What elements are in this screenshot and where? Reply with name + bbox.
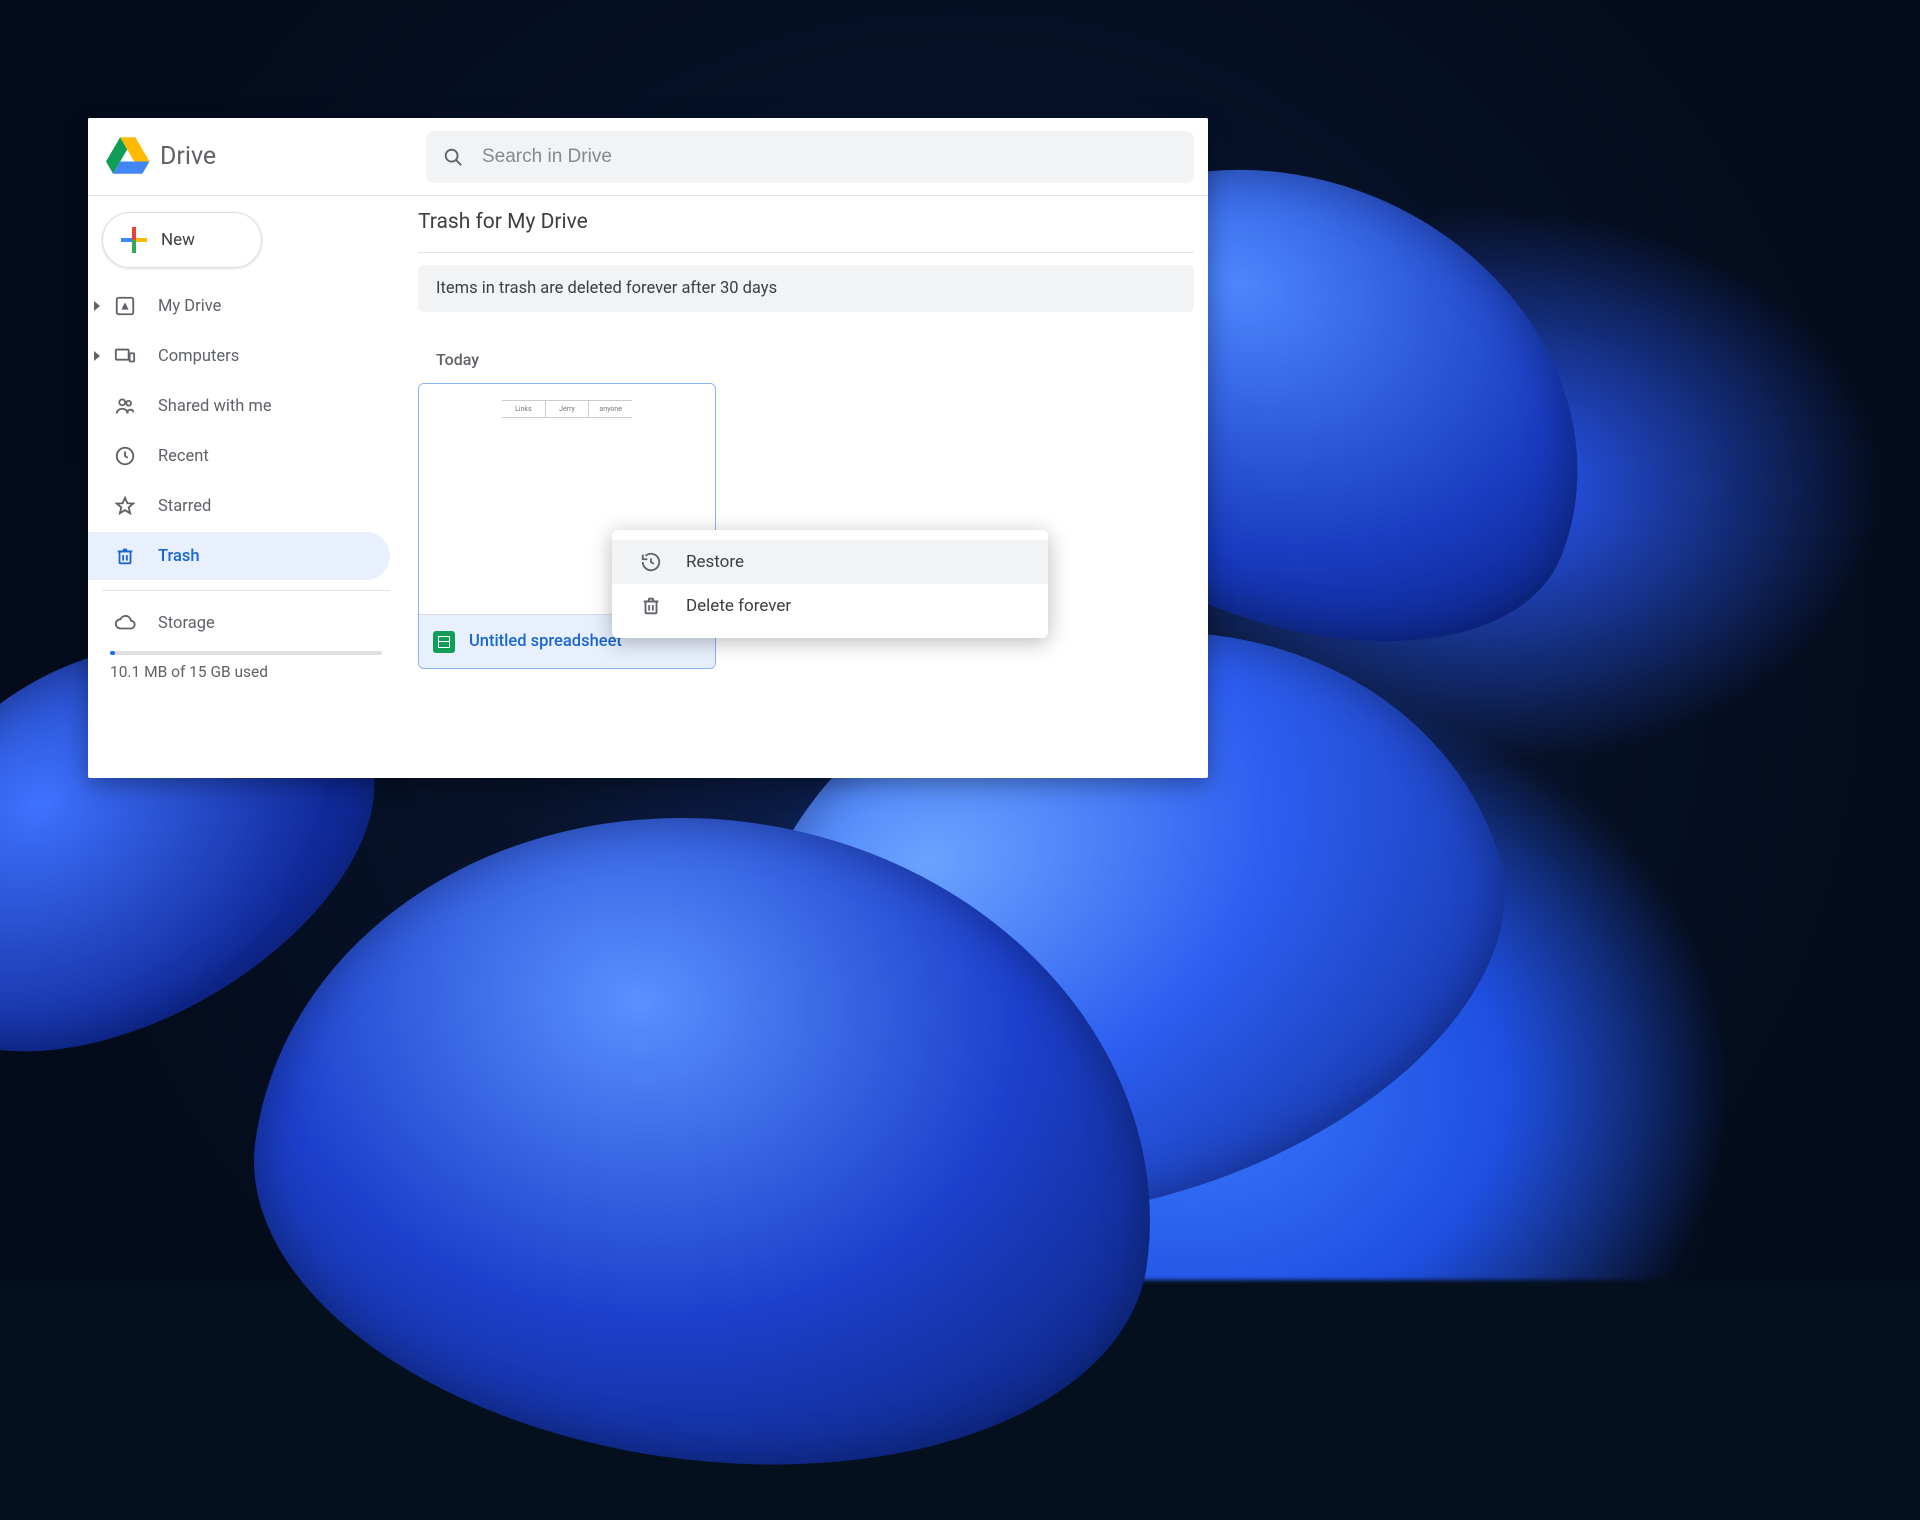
search-icon xyxy=(442,146,464,168)
context-menu-restore[interactable]: Restore xyxy=(612,540,1048,584)
context-menu-label: Delete forever xyxy=(686,596,791,616)
new-button-label: New xyxy=(161,230,195,250)
sidebar-item-shared[interactable]: Shared with me xyxy=(88,382,390,430)
trash-info-banner: Items in trash are deleted forever after… xyxy=(418,265,1194,312)
section-label-today: Today xyxy=(436,350,1194,369)
context-menu-label: Restore xyxy=(686,552,744,572)
logo-block[interactable]: Drive xyxy=(102,137,418,177)
storage-usage-text: 10.1 MB of 15 GB used xyxy=(88,663,404,681)
restore-icon xyxy=(640,551,662,573)
new-button[interactable]: New xyxy=(102,212,262,268)
drive-box-icon xyxy=(114,295,136,317)
plus-icon xyxy=(121,227,147,253)
sidebar-item-label: Computers xyxy=(158,347,239,366)
context-menu-delete-forever[interactable]: Delete forever xyxy=(612,584,1048,628)
drive-window: Drive New My Drive xyxy=(88,118,1208,778)
sidebar-item-recent[interactable]: Recent xyxy=(88,432,390,480)
star-icon xyxy=(114,495,136,517)
sidebar-item-label: My Drive xyxy=(158,297,221,316)
sidebar: New My Drive Computers xyxy=(88,196,404,778)
file-name: Untitled spreadsheet xyxy=(469,632,622,651)
drive-logo-icon xyxy=(106,137,150,177)
clock-icon xyxy=(114,445,136,467)
sidebar-item-trash[interactable]: Trash xyxy=(88,532,390,580)
trash-icon xyxy=(640,595,662,617)
sheets-icon xyxy=(433,631,455,653)
chevron-right-icon xyxy=(94,301,100,311)
search-input[interactable] xyxy=(482,146,1178,168)
search-bar[interactable] xyxy=(426,131,1194,183)
nav-list: My Drive Computers Shared with me xyxy=(88,282,404,580)
storage-label: Storage xyxy=(158,614,215,633)
sidebar-item-label: Recent xyxy=(158,447,209,466)
devices-icon xyxy=(114,345,136,367)
sidebar-item-label: Shared with me xyxy=(158,397,272,416)
sidebar-item-computers[interactable]: Computers xyxy=(88,332,390,380)
sidebar-item-label: Starred xyxy=(158,497,211,516)
app-name: Drive xyxy=(160,142,216,171)
sidebar-item-starred[interactable]: Starred xyxy=(88,482,390,530)
storage-bar xyxy=(110,651,382,655)
divider xyxy=(102,590,390,591)
context-menu: Restore Delete forever xyxy=(612,530,1048,638)
people-icon xyxy=(114,395,136,417)
page-title: Trash for My Drive xyxy=(418,206,1194,253)
cloud-icon xyxy=(114,612,136,634)
main-panel: Trash for My Drive Items in trash are de… xyxy=(404,196,1208,778)
sidebar-item-my-drive[interactable]: My Drive xyxy=(88,282,390,330)
chevron-right-icon xyxy=(94,351,100,361)
sidebar-item-label: Trash xyxy=(158,547,200,566)
header: Drive xyxy=(88,118,1208,196)
trash-icon xyxy=(114,545,136,567)
sidebar-item-storage[interactable]: Storage xyxy=(88,601,404,645)
